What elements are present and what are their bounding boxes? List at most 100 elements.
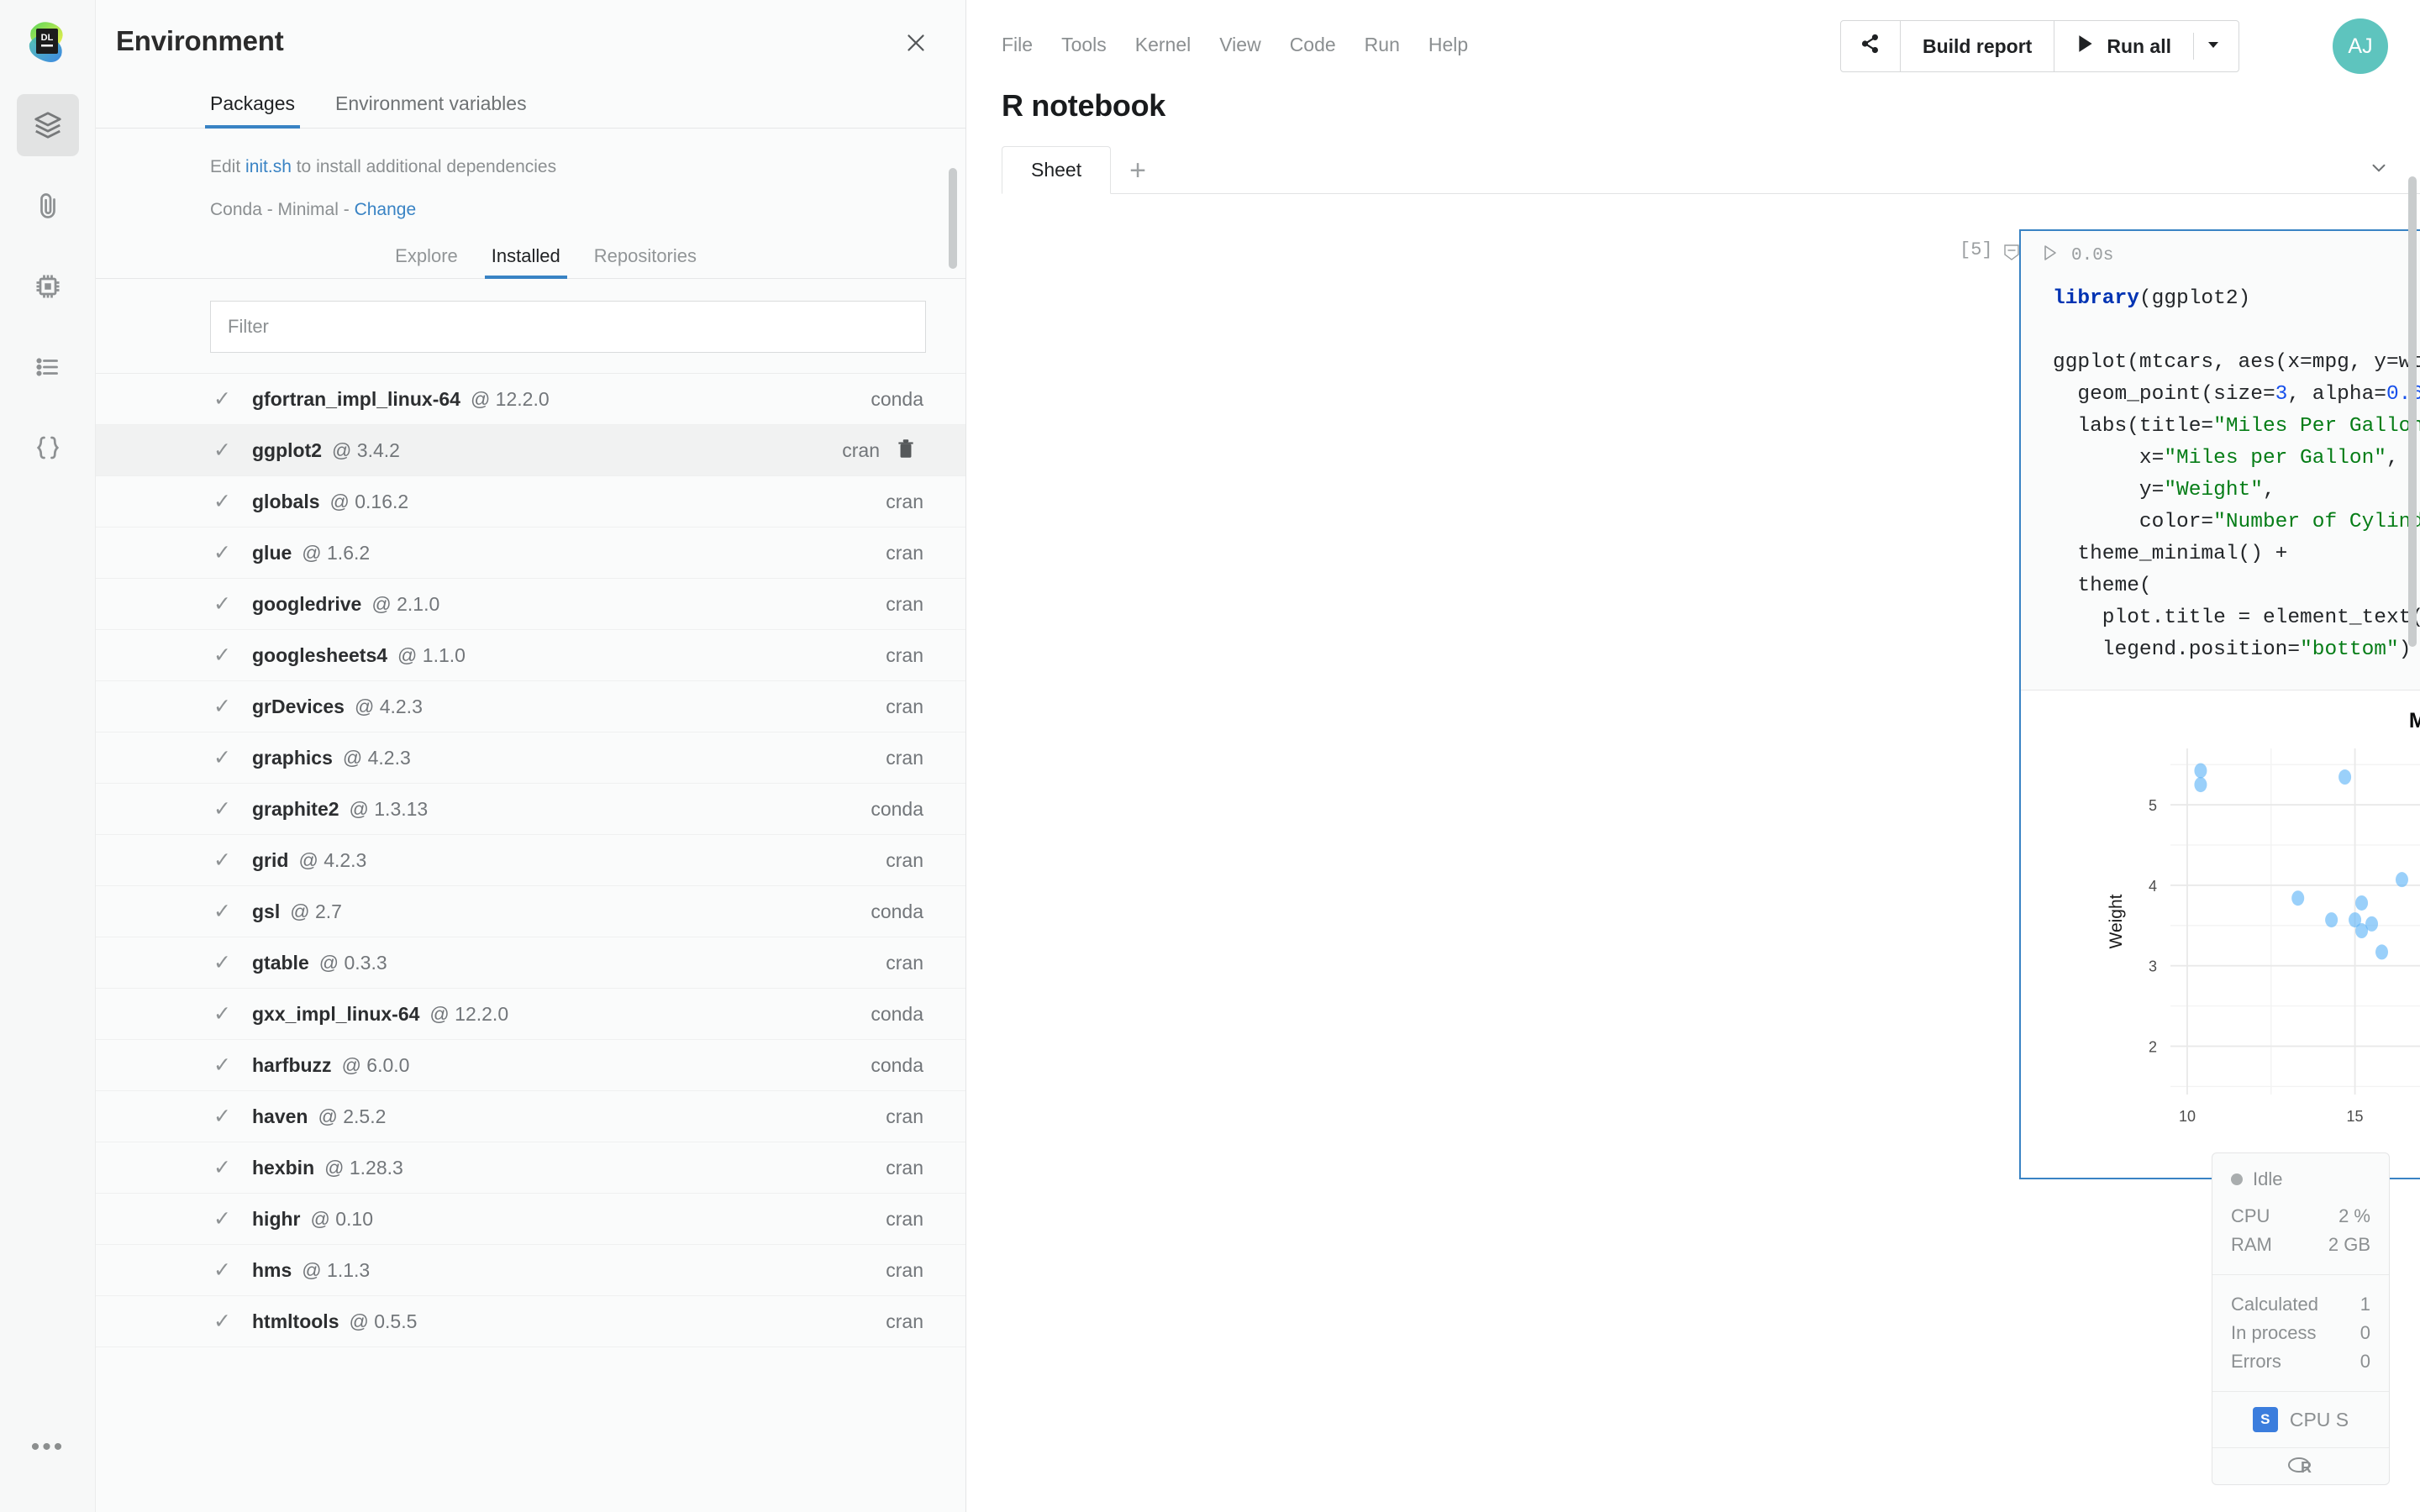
- package-source: cran: [886, 541, 923, 564]
- package-row[interactable]: ✓ gfortran_impl_linux-64 @ 12.2.0 conda: [96, 374, 965, 425]
- data-point: [2349, 912, 2362, 928]
- data-point: [2194, 777, 2207, 793]
- check-icon: ✓: [213, 592, 231, 616]
- subtab-repositories[interactable]: Repositories: [594, 245, 697, 278]
- metric-ram-value: 2 GB: [2328, 1234, 2370, 1255]
- run-options-caret[interactable]: [2193, 21, 2238, 71]
- status-resources: Idle CPU 2 % RAM 2 GB: [2212, 1153, 2389, 1275]
- package-version: @ 2.7: [290, 900, 342, 922]
- package-version: @ 3.4.2: [332, 438, 400, 461]
- init-sh-link[interactable]: init.sh: [245, 157, 292, 176]
- kernel-state: Idle: [2231, 1168, 2370, 1190]
- tab-packages[interactable]: Packages: [204, 92, 301, 129]
- package-version: @ 6.0.0: [341, 1053, 410, 1076]
- cell-source-code[interactable]: library(ggplot2) ggplot(mtcars, aes(x=mp…: [2021, 280, 2420, 690]
- chevron-down-icon[interactable]: [2368, 157, 2390, 183]
- package-row[interactable]: ✓ htmltools @ 0.5.5 cran: [96, 1296, 965, 1347]
- notebook-scrollbar[interactable]: [2408, 176, 2417, 647]
- tab-environment-variables[interactable]: Environment variables: [335, 92, 527, 128]
- package-name: glue: [252, 541, 292, 564]
- cell-output: Miles Per Gallon vs Weight of Cars 2 3 4 5 1…: [2021, 690, 2420, 1178]
- counter-errors-label: Errors: [2231, 1351, 2281, 1372]
- package-source: cran: [886, 1310, 923, 1332]
- check-icon: ✓: [213, 1310, 231, 1333]
- filter-input[interactable]: [210, 301, 926, 353]
- package-row[interactable]: ✓ googlesheets4 @ 1.1.0 cran: [96, 630, 965, 681]
- package-row[interactable]: ✓ grDevices @ 4.2.3 cran: [96, 681, 965, 732]
- check-icon: ✓: [213, 797, 231, 821]
- menu-kernel[interactable]: Kernel: [1135, 34, 1191, 56]
- sidebar-item-environment[interactable]: [16, 94, 79, 156]
- package-row[interactable]: ✓ googledrive @ 2.1.0 cran: [96, 579, 965, 630]
- package-row[interactable]: ✓ highr @ 0.10 cran: [96, 1194, 965, 1245]
- check-icon: ✓: [213, 1053, 231, 1077]
- share-button[interactable]: [1841, 21, 1901, 71]
- chart-canvas: 23451015202530Miles per GallonWeightNumb…: [2107, 748, 2420, 1125]
- check-icon: ✓: [213, 1002, 231, 1026]
- menu-tools[interactable]: Tools: [1061, 34, 1107, 56]
- package-name: globals: [252, 490, 320, 512]
- y-axis-label: Weight: [2107, 894, 2126, 948]
- package-row[interactable]: ✓ gsl @ 2.7 conda: [96, 886, 965, 937]
- paperclip-icon: [33, 191, 63, 221]
- package-version: @ 4.2.3: [298, 848, 367, 871]
- conda-label: Conda - Minimal -: [210, 200, 355, 219]
- package-row[interactable]: ✓ hms @ 1.1.3 cran: [96, 1245, 965, 1296]
- package-row[interactable]: ✓ graphite2 @ 1.3.13 conda: [96, 784, 965, 835]
- close-icon[interactable]: [902, 29, 930, 57]
- y-tick-label: 4: [2149, 878, 2157, 895]
- check-icon: ✓: [213, 1207, 231, 1231]
- subtab-installed[interactable]: Installed: [484, 245, 567, 279]
- package-row[interactable]: ✓ graphics @ 4.2.3 cran: [96, 732, 965, 784]
- sidebar-item-attached-files[interactable]: [17, 175, 79, 237]
- package-name: googledrive: [252, 592, 362, 615]
- package-row[interactable]: ✓ grid @ 4.2.3 cran: [96, 835, 965, 886]
- trash-icon[interactable]: [895, 437, 923, 465]
- menu-run[interactable]: Run: [1365, 34, 1400, 56]
- data-point: [2325, 912, 2338, 928]
- package-name: grDevices: [252, 695, 345, 717]
- package-source: cran: [886, 592, 923, 615]
- counter-errors-value: 0: [2360, 1351, 2370, 1372]
- panel-title: Environment: [116, 25, 284, 56]
- code-cell[interactable]: 0.0s AI R: [2019, 229, 2420, 1179]
- data-point: [2395, 872, 2408, 888]
- kernel-selector[interactable]: R: [2212, 1448, 2389, 1484]
- counter-calculated-value: 1: [2360, 1294, 2370, 1315]
- play-icon[interactable]: [2043, 244, 2058, 267]
- package-row[interactable]: ✓ ggplot2 @ 3.4.2 cran: [96, 425, 965, 476]
- menu-code[interactable]: Code: [1290, 34, 1336, 56]
- run-all-button[interactable]: Run all: [2054, 21, 2193, 71]
- machine-selector[interactable]: S CPU S: [2212, 1392, 2389, 1448]
- package-row[interactable]: ✓ hexbin @ 1.28.3 cran: [96, 1142, 965, 1194]
- package-name: ggplot2: [252, 438, 323, 461]
- package-list-scrollbar[interactable]: [949, 168, 957, 269]
- package-row[interactable]: ✓ haven @ 2.5.2 cran: [96, 1091, 965, 1142]
- menu-file[interactable]: File: [1002, 34, 1033, 56]
- package-version: @ 4.2.3: [342, 746, 411, 769]
- change-env-link[interactable]: Change: [355, 200, 417, 219]
- package-row[interactable]: ✓ gtable @ 0.3.3 cran: [96, 937, 965, 989]
- data-point: [2291, 890, 2305, 906]
- sidebar-item-outline[interactable]: [17, 336, 79, 398]
- kernel-status-widget: Idle CPU 2 % RAM 2 GB Calculated 1 In pr…: [2212, 1152, 2390, 1485]
- menu-help[interactable]: Help: [1428, 34, 1468, 56]
- plus-icon[interactable]: +: [1111, 156, 1165, 193]
- package-row[interactable]: ✓ globals @ 0.16.2 cran: [96, 476, 965, 528]
- subtab-explore[interactable]: Explore: [395, 245, 458, 278]
- sidebar-item-machine[interactable]: [17, 255, 79, 318]
- tab-sheet[interactable]: Sheet: [1002, 146, 1112, 194]
- menu-view[interactable]: View: [1219, 34, 1260, 56]
- avatar[interactable]: AJ: [2333, 18, 2388, 74]
- ggplot-scatter-output: Miles Per Gallon vs Weight of Cars 2 3 4 5 1…: [2021, 690, 2420, 1178]
- metric-cpu-value: 2 %: [2338, 1205, 2370, 1226]
- package-row[interactable]: ✓ harfbuzz @ 6.0.0 conda: [96, 1040, 965, 1091]
- package-row[interactable]: ✓ glue @ 1.6.2 cran: [96, 528, 965, 579]
- machine-label: CPU S: [2289, 1408, 2349, 1431]
- y-tick-label: 5: [2149, 797, 2157, 814]
- rail-more-button[interactable]: •••: [0, 1433, 96, 1462]
- svg-text:R: R: [2301, 1459, 2312, 1476]
- sidebar-item-variables[interactable]: [17, 417, 79, 479]
- package-row[interactable]: ✓ gxx_impl_linux-64 @ 12.2.0 conda: [96, 989, 965, 1040]
- build-report-button[interactable]: Build report: [1901, 21, 2055, 71]
